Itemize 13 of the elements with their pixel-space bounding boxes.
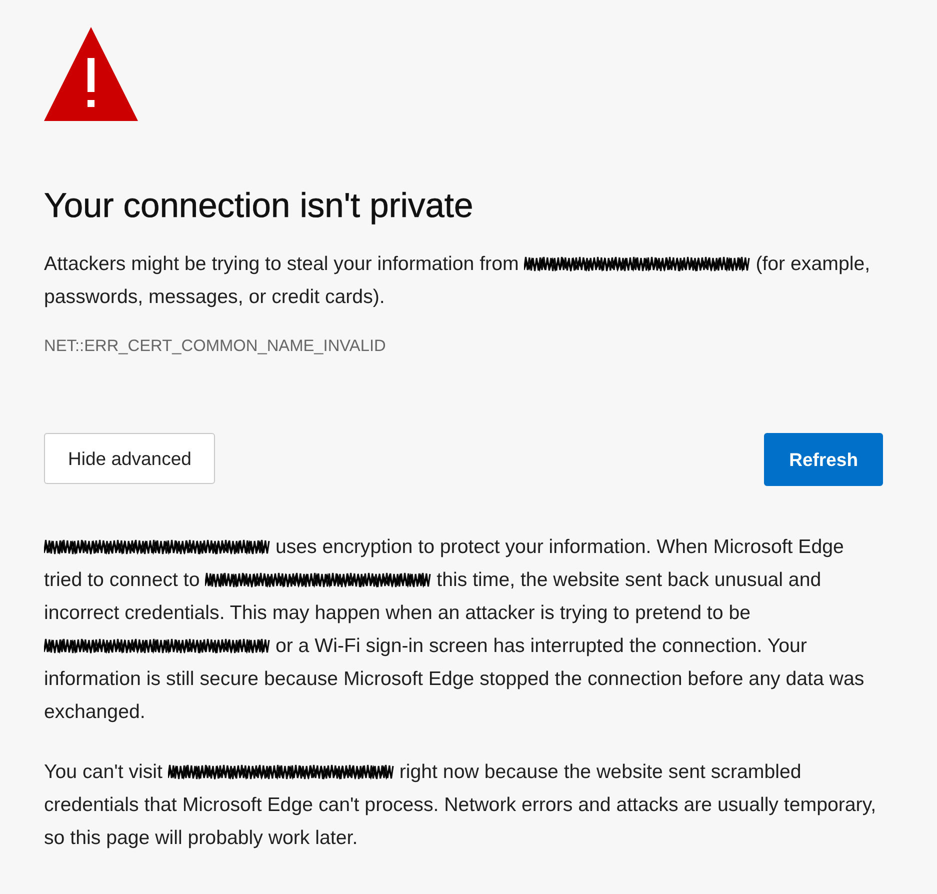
redaction-scribble-icon (205, 570, 432, 590)
redaction-scribble-icon (44, 636, 270, 656)
error-code: NET::ERR_CERT_COMMON_NAME_INVALID (44, 336, 387, 357)
details-paragraph: You can't visit right now because the website sent scrambled credentials that Microsoft Edge can't process. Network errors and attacks are usually temporary, so this page will probably work later. (44, 760, 878, 851)
redaction-scribble-icon (524, 254, 750, 274)
page-title: Your connection isn't private (44, 186, 474, 226)
redaction-scribble-icon (168, 762, 394, 782)
warning-icon (44, 27, 138, 121)
redaction-scribble-icon (44, 537, 270, 557)
hide-advanced-button[interactable]: Hide advanced (44, 433, 216, 484)
details-paragraph: uses encryption to protect your information. When Microsoft Edge tried to connect to this time, the website sent back unusual and incorrect credentials. This may happen when an attacker is trying to pretend to be or a Wi-Fi sign-in screen has interrupted the connection. Your information is still secure because Microsoft Edge stopped the connection before any data was exchanged. (44, 535, 866, 725)
refresh-button[interactable]: Refresh (764, 433, 883, 486)
description-text: Attackers might be trying to steal your information from (for example, passwords, messages, or credit cards). (44, 252, 872, 310)
